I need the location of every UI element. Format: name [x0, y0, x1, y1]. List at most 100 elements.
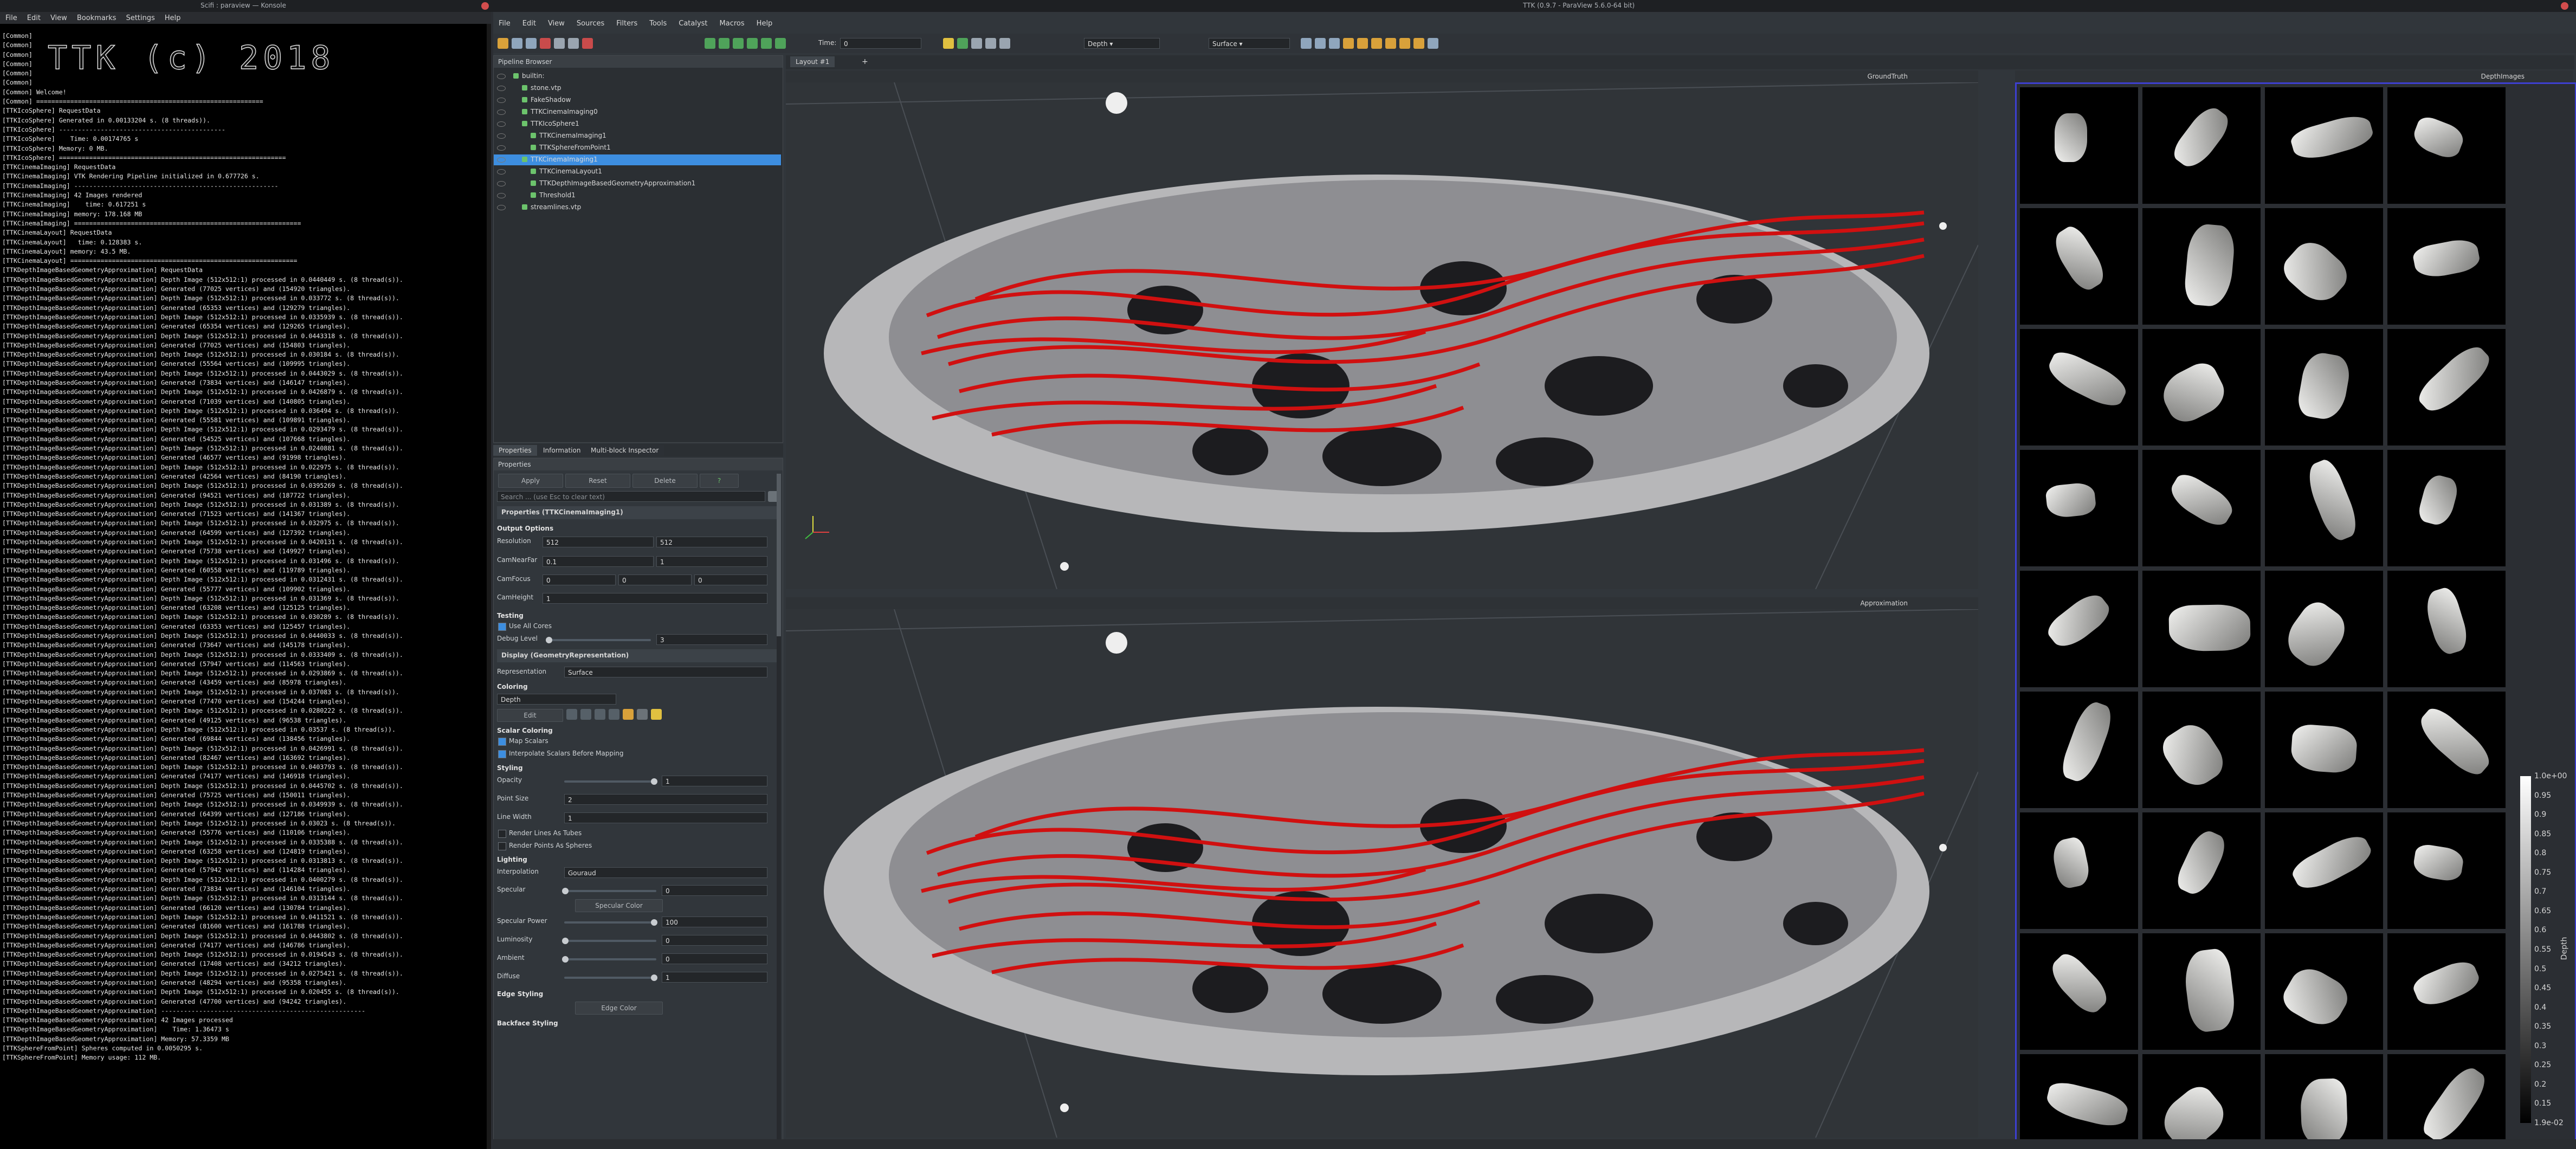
line-width-input[interactable]: 1	[564, 812, 767, 823]
eye-icon[interactable]	[497, 145, 506, 151]
rescale-temporal-icon[interactable]	[595, 709, 605, 720]
resolution-y-input[interactable]: 512	[656, 537, 767, 547]
approximation-render-view[interactable]	[786, 609, 1978, 1138]
tab-multiblock-inspector[interactable]: Multi-block Inspector	[585, 445, 664, 456]
pipeline-item[interactable]: TTKCinemaLayout1	[494, 166, 781, 177]
luminosity-slider-handle[interactable]	[562, 938, 569, 944]
pipeline-item[interactable]: TTKIcoSphere1	[494, 119, 781, 130]
konsole-menu-edit[interactable]: Edit	[27, 14, 41, 22]
specular-input[interactable]: 0	[662, 885, 767, 896]
next-frame-icon[interactable]	[747, 38, 758, 49]
menu-sources[interactable]: Sources	[577, 20, 604, 28]
use-all-cores-checkbox[interactable]	[498, 623, 506, 631]
konsole-menu-bookmarks[interactable]: Bookmarks	[77, 14, 117, 22]
menu-file[interactable]: File	[499, 20, 511, 28]
pipeline-item[interactable]: TTKSphereFromPoint1	[494, 143, 781, 153]
close-icon[interactable]	[481, 2, 489, 10]
apply-button[interactable]: Apply	[498, 474, 563, 488]
specular-color-button[interactable]: Specular Color	[575, 899, 663, 912]
eye-icon[interactable]	[497, 133, 506, 139]
depth-image-thumbnail[interactable]	[2142, 208, 2261, 325]
debug-level-slider[interactable]	[548, 639, 651, 641]
depth-image-thumbnail[interactable]	[2020, 933, 2138, 1050]
depth-image-thumbnail[interactable]	[2142, 571, 2261, 687]
diffuse-input[interactable]: 1	[662, 972, 767, 983]
toggle-colorbar-icon[interactable]	[637, 709, 648, 720]
camnear-input[interactable]: 0.1	[543, 556, 654, 567]
rescale-visible-range-icon[interactable]	[609, 709, 619, 720]
diffuse-slider-handle[interactable]	[651, 974, 657, 981]
play-icon[interactable]	[733, 38, 744, 49]
eye-icon[interactable]	[497, 181, 506, 186]
diffuse-slider[interactable]	[564, 977, 656, 979]
menu-help[interactable]: Help	[757, 20, 773, 28]
pipeline-item[interactable]: stone.vtp	[494, 83, 781, 94]
depth-image-thumbnail[interactable]	[2020, 1054, 2138, 1141]
depth-image-thumbnail[interactable]	[2020, 208, 2138, 325]
rescale-range-icon[interactable]	[566, 709, 577, 720]
pipeline-item[interactable]: Threshold1	[494, 190, 781, 201]
representation-dropdown[interactable]: Surface	[564, 667, 767, 677]
time-input[interactable]: 0	[840, 38, 921, 49]
pipeline-item[interactable]: TTKDepthImageBasedGeometryApproximation1	[494, 178, 781, 189]
display-group-header[interactable]: Display (GeometryRepresentation)	[497, 649, 779, 662]
depth-image-thumbnail[interactable]	[2387, 571, 2506, 687]
depth-image-thumbnail[interactable]	[2387, 450, 2506, 566]
pipeline-item[interactable]: streamlines.vtp	[494, 202, 781, 213]
eye-icon[interactable]	[497, 98, 506, 103]
specular-power-input[interactable]: 100	[662, 916, 767, 927]
close-icon[interactable]	[2561, 2, 2568, 10]
depth-image-thumbnail[interactable]	[2387, 208, 2506, 325]
debug-level-input[interactable]: 3	[656, 634, 767, 645]
pipeline-item[interactable]: builtin:	[494, 71, 781, 82]
add-layout-icon[interactable]: +	[862, 57, 868, 66]
konsole-menu-help[interactable]: Help	[165, 14, 181, 22]
undo-icon[interactable]	[554, 38, 565, 49]
depth-image-thumbnail[interactable]	[2020, 87, 2138, 204]
color-map-editor-icon[interactable]	[943, 38, 954, 49]
ambient-slider[interactable]	[564, 958, 656, 960]
depth-image-thumbnail[interactable]	[2265, 450, 2383, 566]
luminosity-input[interactable]: 0	[662, 935, 767, 946]
pipeline-item[interactable]: FakeShadow	[494, 95, 781, 106]
ambient-input[interactable]: 0	[662, 953, 767, 964]
depth-image-thumbnail[interactable]	[2265, 571, 2383, 687]
interpolate-scalars-checkbox[interactable]	[498, 750, 506, 758]
depth-image-thumbnail[interactable]	[2265, 812, 2383, 929]
depth-image-thumbnail[interactable]	[2142, 87, 2261, 204]
properties-scrollbar-thumb[interactable]	[777, 474, 781, 636]
rotate-icon[interactable]	[1428, 38, 1438, 49]
zoom-to-data-icon[interactable]	[1315, 38, 1326, 49]
camheight-input[interactable]: 1	[543, 593, 767, 604]
ambient-slider-handle[interactable]	[562, 956, 569, 963]
depth-image-thumbnail[interactable]	[2265, 1054, 2383, 1141]
redo-icon[interactable]	[568, 38, 579, 49]
loop-icon[interactable]	[775, 38, 786, 49]
previous-frame-icon[interactable]	[719, 38, 729, 49]
eye-icon[interactable]	[497, 193, 506, 198]
choose-preset-icon[interactable]	[623, 709, 634, 720]
disconnect-icon[interactable]	[540, 38, 551, 49]
camfocus-y-input[interactable]: 0	[618, 574, 692, 585]
menu-filters[interactable]: Filters	[616, 20, 637, 28]
konsole-menu-file[interactable]: File	[5, 14, 17, 22]
opacity-input[interactable]: 1	[662, 776, 767, 786]
pipeline-item[interactable]: TTKCinemaImaging1	[494, 131, 781, 141]
rescale-custom-range-icon[interactable]	[580, 709, 591, 720]
eye-icon[interactable]	[497, 86, 506, 91]
pipeline-item[interactable]: TTKCinemaImaging0	[494, 107, 781, 118]
zoom-to-box-icon[interactable]	[1329, 38, 1340, 49]
properties-scrollbar[interactable]	[777, 474, 781, 1140]
first-frame-icon[interactable]	[705, 38, 715, 49]
debug-level-slider-handle[interactable]	[546, 637, 552, 643]
groundtruth-render-view[interactable]	[786, 82, 1978, 589]
depth-image-thumbnail[interactable]	[2387, 329, 2506, 446]
help-button[interactable]: ?	[700, 474, 739, 488]
rescale-custom-icon[interactable]	[985, 38, 996, 49]
property-search-input[interactable]: Search ... (use Esc to clear text)	[497, 491, 765, 502]
set-view-y-icon[interactable]	[1371, 38, 1382, 49]
depth-image-thumbnail[interactable]	[2020, 329, 2138, 446]
properties-group-header[interactable]: Properties (TTKCinemaImaging1)	[497, 506, 779, 519]
tab-layout-1[interactable]: Layout #1	[790, 56, 835, 67]
depth-image-thumbnail[interactable]	[2020, 812, 2138, 929]
